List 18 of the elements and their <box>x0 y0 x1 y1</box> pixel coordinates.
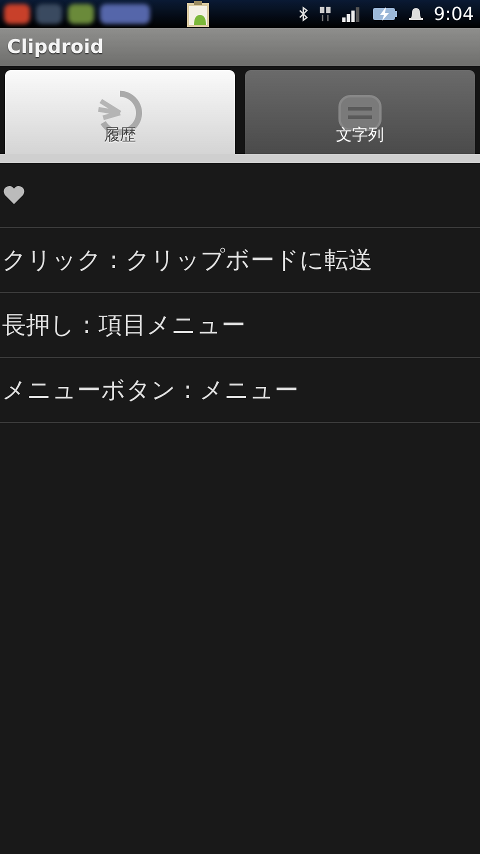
app-title: Clipdroid <box>7 36 104 58</box>
bluetooth-icon <box>298 6 309 22</box>
network-3g-icon <box>318 6 332 22</box>
signal-icon <box>341 6 362 22</box>
notification-icon[interactable] <box>4 4 30 24</box>
clock-time: 9:04 <box>434 4 474 24</box>
list-item[interactable]: 長押し : 項目メニュー <box>0 293 480 358</box>
battery-charging-icon <box>372 6 398 22</box>
clipboard-icon[interactable] <box>186 1 210 27</box>
tab[interactable]: 履歴 <box>5 70 235 154</box>
heart-icon <box>3 185 25 205</box>
notification-icon[interactable] <box>100 4 150 24</box>
alarm-bell-icon <box>408 6 424 22</box>
list-item[interactable]: クリック : クリップボードに転送 <box>0 228 480 293</box>
tab[interactable]: 文字列 <box>245 70 475 154</box>
list-item[interactable]: メニューボタン : メニュー <box>0 358 480 423</box>
notification-icon[interactable] <box>36 4 62 24</box>
notification-icon[interactable] <box>68 4 94 24</box>
